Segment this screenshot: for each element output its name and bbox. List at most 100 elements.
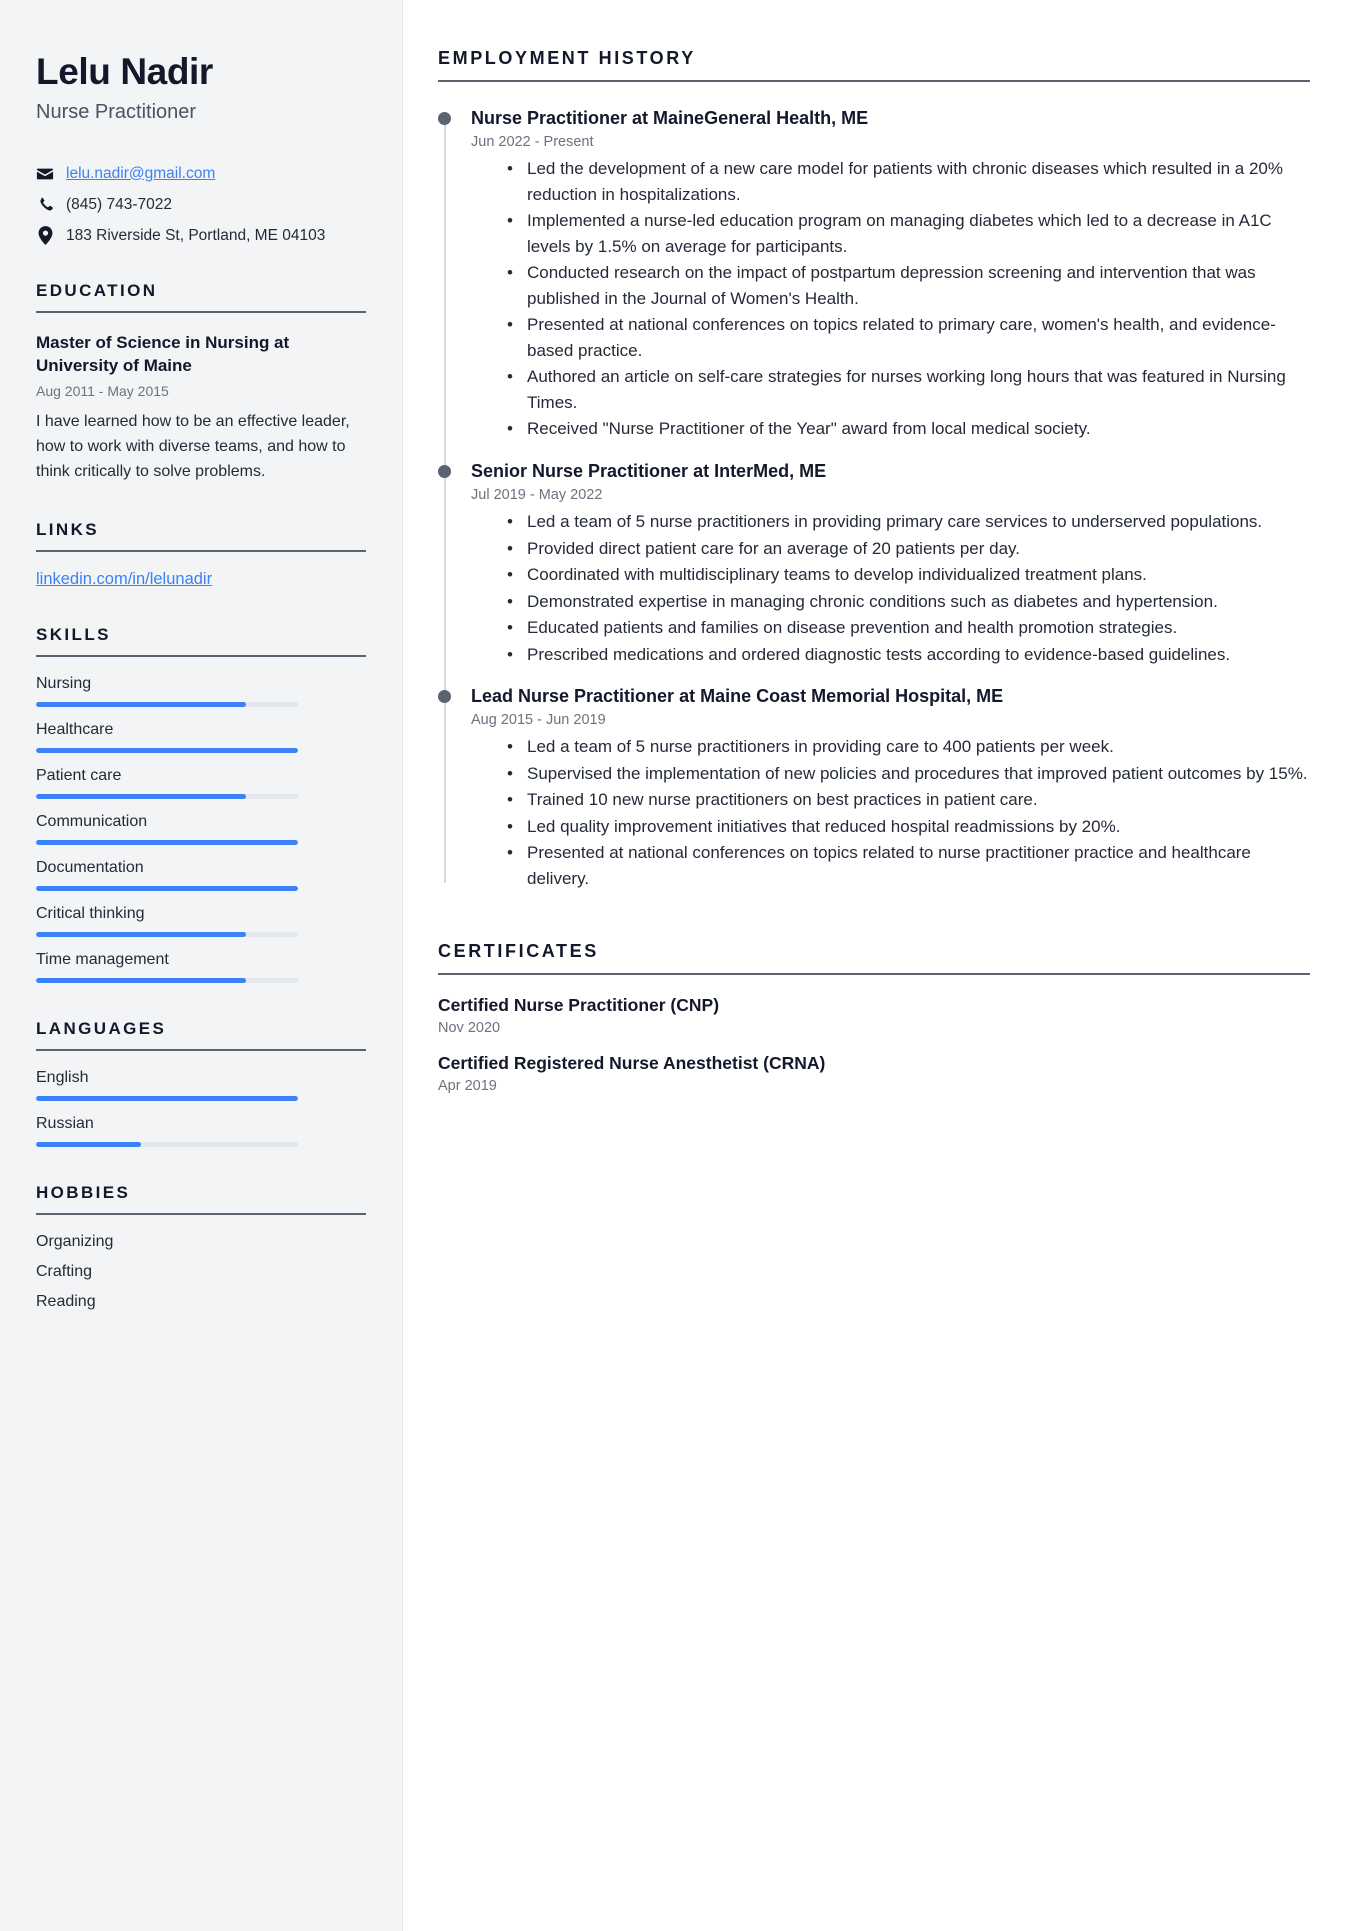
job-bullet: Educated patients and families on diseas…	[507, 615, 1310, 641]
job-bullet: Demonstrated expertise in managing chron…	[507, 589, 1310, 615]
skill-level-fill	[36, 978, 246, 984]
skills-heading: SKILLS	[36, 625, 111, 645]
skill-level-fill	[36, 794, 246, 800]
skill-level-fill	[36, 702, 246, 708]
job-entry: Senior Nurse Practitioner at InterMed, M…	[438, 459, 1310, 667]
timeline-dot-icon	[438, 690, 451, 704]
skill-label: Critical thinking	[36, 905, 145, 923]
education-heading: EDUCATION	[36, 280, 158, 300]
skill-label: Time management	[36, 951, 169, 969]
resume-page: Lelu Nadir Nurse Practitioner lelu.nadir…	[0, 0, 1366, 1931]
skill-item: Documentation	[36, 859, 366, 892]
job-bullet: Coordinated with multidisciplinary teams…	[507, 562, 1310, 588]
skills-section: SKILLS Nursing Healthcare Patient care Comm…	[36, 625, 366, 984]
job-entry: Lead Nurse Practitioner at Maine Coast M…	[438, 684, 1310, 891]
links-divider	[36, 550, 366, 553]
skill-level-track	[36, 978, 298, 984]
job-bullet-list: Led the development of a new care model …	[471, 156, 1310, 442]
language-item: Russian	[36, 1115, 366, 1148]
languages-section: LANGUAGES English Russian	[36, 1019, 366, 1148]
certificate-name: Certified Registered Nurse Anesthetist (…	[438, 1053, 826, 1074]
employment-timeline: Nurse Practitioner at MaineGeneral Healt…	[438, 106, 1310, 891]
job-bullet: Received "Nurse Practitioner of the Year…	[507, 416, 1310, 442]
certificate-name: Certified Nurse Practitioner (CNP)	[438, 995, 720, 1016]
skill-level-fill	[36, 886, 298, 892]
phone-icon	[36, 196, 54, 214]
skill-item: Communication	[36, 813, 366, 846]
links-heading: LINKS	[36, 520, 99, 540]
skill-level-fill	[36, 932, 246, 938]
job-date: Jul 2019 - May 2022	[471, 487, 603, 504]
skill-level-track	[36, 886, 298, 892]
education-entry: Master of Science in Nursing at Universi…	[36, 331, 366, 485]
hobby-item: Crafting	[36, 1263, 93, 1281]
certificate-date: Nov 2020	[438, 1020, 501, 1037]
job-bullet: Presented at national conferences on top…	[507, 312, 1310, 363]
hobby-item: Organizing	[36, 1233, 114, 1251]
contact-address-row: 183 Riverside St, Portland, ME 04103	[36, 226, 366, 246]
skill-label: Communication	[36, 813, 148, 831]
certificate-item: Certified Registered Nurse Anesthetist (…	[438, 1053, 1310, 1094]
contact-phone-row: (845) 743-7022	[36, 196, 366, 214]
job-bullet: Prescribed medications and ordered diagn…	[507, 642, 1310, 668]
skills-list: Nursing Healthcare Patient care Communicati…	[36, 675, 366, 984]
contact-email-row[interactable]: lelu.nadir@gmail.com	[36, 165, 366, 183]
job-bullet: Authored an article on self-care strateg…	[507, 364, 1310, 415]
employment-divider	[438, 80, 1310, 82]
sidebar: Lelu Nadir Nurse Practitioner lelu.nadir…	[0, 0, 403, 1931]
language-level-track	[36, 1096, 298, 1102]
skill-level-track	[36, 932, 298, 938]
job-bullet-list: Led a team of 5 nurse practitioners in p…	[471, 734, 1310, 891]
address-text: 183 Riverside St, Portland, ME 04103	[66, 226, 326, 244]
job-bullet: Conducted research on the impact of post…	[507, 260, 1310, 311]
skill-item: Time management	[36, 951, 366, 984]
email-link[interactable]: lelu.nadir@gmail.com	[66, 165, 215, 183]
job-bullet: Led a team of 5 nurse practitioners in p…	[507, 734, 1310, 760]
profile-link[interactable]: linkedin.com/in/lelunadir	[36, 570, 212, 589]
hobbies-divider	[36, 1213, 366, 1216]
job-entry: Nurse Practitioner at MaineGeneral Healt…	[438, 106, 1310, 442]
education-section: EDUCATION Master of Science in Nursing a…	[36, 281, 366, 485]
job-bullet: Supervised the implementation of new pol…	[507, 761, 1310, 787]
map-pin-icon	[36, 226, 54, 246]
hobbies-section: HOBBIES Organizing Crafting Reading	[36, 1183, 366, 1311]
education-degree: Master of Science in Nursing at Universi…	[36, 332, 290, 376]
job-bullet: Led the development of a new care model …	[507, 156, 1310, 207]
skills-divider	[36, 655, 366, 658]
language-item: English	[36, 1069, 366, 1102]
timeline-line	[444, 112, 446, 884]
main-content: EMPLOYMENT HISTORY Nurse Practitioner at…	[403, 0, 1366, 1931]
languages-list: English Russian	[36, 1069, 366, 1148]
language-label: English	[36, 1069, 89, 1087]
candidate-name: Lelu Nadir	[36, 51, 213, 92]
skill-label: Patient care	[36, 767, 122, 785]
language-level-fill	[36, 1142, 141, 1148]
skill-level-track	[36, 702, 298, 708]
education-description: I have learned how to be an effective le…	[36, 412, 350, 481]
job-bullet: Led quality improvement initiatives that…	[507, 814, 1310, 840]
hobbies-list: Organizing Crafting Reading	[36, 1233, 366, 1311]
hobby-item: Reading	[36, 1293, 96, 1311]
languages-heading: LANGUAGES	[36, 1019, 167, 1039]
language-label: Russian	[36, 1115, 94, 1133]
skill-item: Patient care	[36, 767, 366, 800]
skill-item: Nursing	[36, 675, 366, 708]
job-bullet: Presented at national conferences on top…	[507, 840, 1310, 891]
job-date: Aug 2015 - Jun 2019	[471, 712, 606, 729]
certificates-heading: CERTIFICATES	[438, 941, 599, 962]
job-date: Jun 2022 - Present	[471, 134, 594, 151]
language-level-track	[36, 1142, 298, 1148]
skill-level-track	[36, 748, 298, 754]
job-role: Nurse Practitioner at MaineGeneral Healt…	[471, 108, 869, 128]
contact-list: lelu.nadir@gmail.com (845) 743-7022 183 …	[36, 165, 366, 246]
education-date: Aug 2011 - May 2015	[36, 382, 169, 399]
skill-level-track	[36, 840, 298, 846]
skill-item: Healthcare	[36, 721, 366, 754]
skill-label: Nursing	[36, 675, 92, 693]
job-bullet: Provided direct patient care for an aver…	[507, 536, 1310, 562]
skill-item: Critical thinking	[36, 905, 366, 938]
job-role: Senior Nurse Practitioner at InterMed, M…	[471, 460, 827, 481]
job-bullet-list: Led a team of 5 nurse practitioners in p…	[471, 509, 1310, 667]
skill-level-fill	[36, 840, 298, 846]
job-bullet: Led a team of 5 nurse practitioners in p…	[507, 509, 1310, 535]
